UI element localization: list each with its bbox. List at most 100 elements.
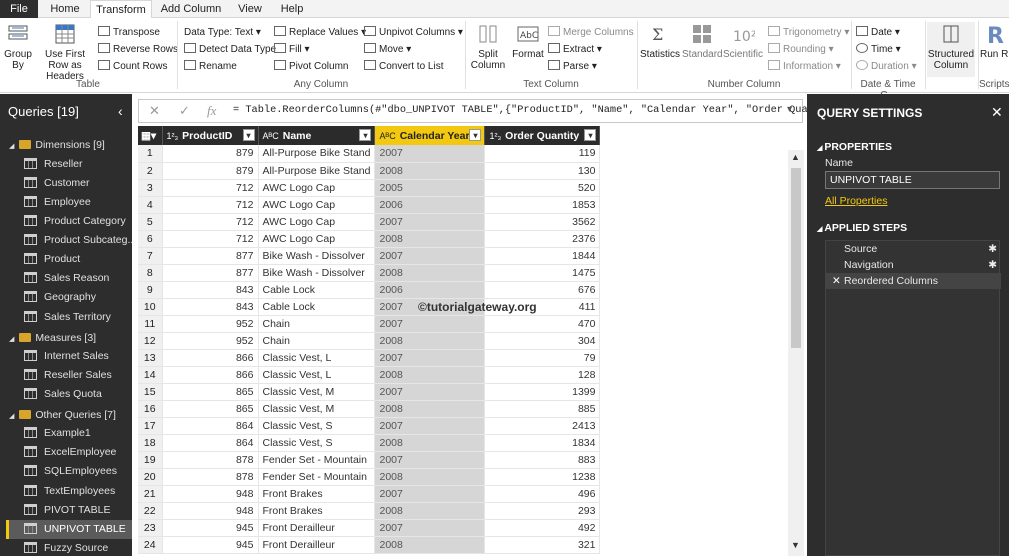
cell-order-quantity[interactable]: 520 bbox=[484, 179, 601, 197]
step-navigation[interactable]: Navigation ✱ bbox=[826, 257, 1001, 273]
column-header-calendar-year[interactable]: AᴮC Calendar Year ▾ bbox=[374, 126, 486, 145]
query-item-sqlemployees[interactable]: SQLEmployees bbox=[6, 462, 132, 481]
cell-calendar-year[interactable]: 2007 bbox=[374, 519, 486, 537]
cell-calendar-year[interactable]: 2007 bbox=[374, 315, 486, 333]
pivot-column-button[interactable]: Pivot Column bbox=[274, 60, 348, 73]
split-column-button[interactable]: Split Column bbox=[468, 22, 508, 71]
cell-productid[interactable]: 866 bbox=[162, 349, 259, 367]
row-number[interactable]: 24 bbox=[138, 536, 163, 554]
cell-calendar-year[interactable]: 2007 bbox=[374, 417, 486, 435]
table-menu-icon[interactable]: ▦▾ bbox=[138, 126, 163, 145]
query-item-excelemployee[interactable]: ExcelEmployee bbox=[6, 443, 132, 462]
row-number[interactable]: 13 bbox=[138, 349, 163, 367]
row-number[interactable]: 3 bbox=[138, 179, 163, 197]
cell-calendar-year[interactable]: 2008 bbox=[374, 230, 486, 248]
transpose-button[interactable]: Transpose bbox=[98, 26, 160, 39]
query-item-product-category[interactable]: Product Category bbox=[6, 212, 132, 231]
cell-calendar-year[interactable]: 2008 bbox=[374, 264, 486, 282]
table-row[interactable]: 16 865 Classic Vest, M 2008 885 bbox=[138, 400, 601, 418]
cell-name[interactable]: Cable Lock bbox=[258, 281, 376, 299]
cell-productid[interactable]: 948 bbox=[162, 502, 259, 520]
cell-productid[interactable]: 712 bbox=[162, 179, 259, 197]
table-row[interactable]: 13 866 Classic Vest, L 2007 79 bbox=[138, 349, 601, 367]
extract-button[interactable]: Extract ▾ bbox=[548, 43, 602, 56]
statistics-button[interactable]: Σ Statistics bbox=[640, 22, 680, 60]
cell-order-quantity[interactable]: 128 bbox=[484, 366, 601, 384]
row-number[interactable]: 10 bbox=[138, 298, 163, 316]
cell-calendar-year[interactable]: 2008 bbox=[374, 332, 486, 350]
cell-calendar-year[interactable]: 2007 bbox=[374, 349, 486, 367]
table-row[interactable]: 17 864 Classic Vest, S 2007 2413 bbox=[138, 417, 601, 435]
formula-input[interactable]: = Table.ReorderColumns(#"dbo_UNPIVOT TAB… bbox=[233, 104, 857, 116]
cell-name[interactable]: Cable Lock bbox=[258, 298, 376, 316]
cell-calendar-year[interactable]: 2008 bbox=[374, 434, 486, 452]
filter-dropdown-icon[interactable]: ▾ bbox=[242, 129, 255, 141]
cell-order-quantity[interactable]: 496 bbox=[484, 485, 601, 503]
table-row[interactable]: 4 712 AWC Logo Cap 2006 1853 bbox=[138, 196, 601, 214]
table-row[interactable]: 3 712 AWC Logo Cap 2005 520 bbox=[138, 179, 601, 197]
step-source[interactable]: Source ✱ bbox=[826, 241, 1001, 257]
cell-productid[interactable]: 843 bbox=[162, 281, 259, 299]
query-item-customer[interactable]: Customer bbox=[6, 174, 132, 193]
cell-name[interactable]: Fender Set - Mountain bbox=[258, 468, 376, 486]
text-type-icon[interactable]: AᴮC bbox=[263, 131, 279, 141]
table-row[interactable]: 12 952 Chain 2008 304 bbox=[138, 332, 601, 350]
row-number[interactable]: 6 bbox=[138, 230, 163, 248]
tab-file[interactable]: File bbox=[0, 0, 38, 18]
move-button[interactable]: Move ▾ bbox=[364, 43, 411, 56]
cell-name[interactable]: AWC Logo Cap bbox=[258, 213, 376, 231]
vertical-scrollbar[interactable]: ▲ ▼ bbox=[788, 150, 804, 556]
rounding-button[interactable]: Rounding ▾ bbox=[768, 43, 834, 56]
cell-name[interactable]: Classic Vest, L bbox=[258, 349, 376, 367]
cell-calendar-year[interactable]: 2007 bbox=[374, 247, 486, 265]
cell-name[interactable]: Front Brakes bbox=[258, 485, 376, 503]
cell-productid[interactable]: 843 bbox=[162, 298, 259, 316]
table-row[interactable]: 8 877 Bike Wash - Dissolver 2008 1475 bbox=[138, 264, 601, 282]
cell-productid[interactable]: 865 bbox=[162, 400, 259, 418]
query-item-reseller-sales[interactable]: Reseller Sales bbox=[6, 366, 132, 385]
row-number[interactable]: 23 bbox=[138, 519, 163, 537]
table-row[interactable]: 19 878 Fender Set - Mountain 2007 883 bbox=[138, 451, 601, 469]
tab-add-column[interactable]: Add Column bbox=[158, 0, 224, 18]
cell-order-quantity[interactable]: 2376 bbox=[484, 230, 601, 248]
cell-name[interactable]: Bike Wash - Dissolver bbox=[258, 264, 376, 282]
cell-order-quantity[interactable]: 492 bbox=[484, 519, 601, 537]
cell-calendar-year[interactable]: 2007 bbox=[374, 485, 486, 503]
row-number[interactable]: 12 bbox=[138, 332, 163, 350]
scroll-up-icon[interactable]: ▲ bbox=[791, 152, 800, 162]
parse-button[interactable]: Parse ▾ bbox=[548, 60, 597, 73]
duration-button[interactable]: Duration ▾ bbox=[856, 60, 917, 73]
detect-data-type-button[interactable]: Detect Data Type bbox=[184, 43, 276, 56]
delete-step-icon[interactable]: ✕ bbox=[832, 273, 841, 289]
text-type-icon[interactable]: AᴮC bbox=[379, 131, 395, 141]
query-item-unpivot-table[interactable]: UNPIVOT TABLE bbox=[6, 520, 132, 539]
row-number[interactable]: 15 bbox=[138, 383, 163, 401]
data-type-dropdown[interactable]: Data Type: Text ▾ bbox=[184, 26, 261, 39]
cell-order-quantity[interactable]: 1238 bbox=[484, 468, 601, 486]
table-row[interactable]: 23 945 Front Derailleur 2007 492 bbox=[138, 519, 601, 537]
cell-calendar-year[interactable]: 2008 bbox=[374, 162, 486, 180]
cell-productid[interactable]: 879 bbox=[162, 162, 259, 180]
cell-name[interactable]: Front Derailleur bbox=[258, 519, 376, 537]
cell-order-quantity[interactable]: 293 bbox=[484, 502, 601, 520]
query-item-sales-reason[interactable]: Sales Reason bbox=[6, 269, 132, 288]
cell-productid[interactable]: 877 bbox=[162, 247, 259, 265]
cell-name[interactable]: Classic Vest, L bbox=[258, 366, 376, 384]
table-row[interactable]: 20 878 Fender Set - Mountain 2008 1238 bbox=[138, 468, 601, 486]
cell-order-quantity[interactable]: 1844 bbox=[484, 247, 601, 265]
column-header-name[interactable]: AᴮC Name ▾ bbox=[258, 126, 376, 145]
cell-order-quantity[interactable]: 2413 bbox=[484, 417, 601, 435]
row-number[interactable]: 1 bbox=[138, 145, 163, 163]
cell-productid[interactable]: 712 bbox=[162, 230, 259, 248]
cell-productid[interactable]: 945 bbox=[162, 519, 259, 537]
cell-name[interactable]: Chain bbox=[258, 315, 376, 333]
row-number[interactable]: 9 bbox=[138, 281, 163, 299]
cell-order-quantity[interactable]: 130 bbox=[484, 162, 601, 180]
query-item-internet-sales[interactable]: Internet Sales bbox=[6, 347, 132, 366]
column-header-productid[interactable]: 1²₃ ProductID ▾ bbox=[162, 126, 259, 145]
cancel-icon[interactable]: ✕ bbox=[149, 103, 160, 119]
cell-calendar-year[interactable]: 2008 bbox=[374, 536, 486, 554]
cell-productid[interactable]: 864 bbox=[162, 434, 259, 452]
table-row[interactable]: 15 865 Classic Vest, M 2007 1399 bbox=[138, 383, 601, 401]
cell-order-quantity[interactable]: 119 bbox=[484, 145, 601, 163]
